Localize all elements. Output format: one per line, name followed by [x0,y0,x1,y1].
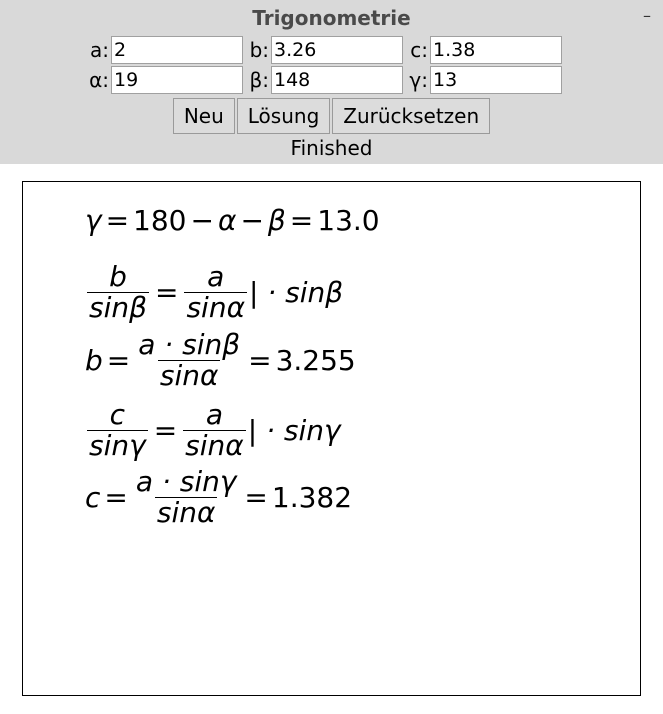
input-a[interactable] [111,36,243,64]
fraction-denominator: sinα [157,359,221,392]
symbol-gamma: γ [85,204,102,237]
equation-solve-b: b = a · sinβ sinα = 3.255 [85,330,356,391]
input-b[interactable] [271,36,403,64]
label-c: c: [410,38,428,62]
symbol-c: c [85,481,101,514]
input-beta[interactable] [271,66,403,94]
equals-sign: = [104,481,128,514]
equals-sign: = [244,481,268,514]
control-panel: a: b: c: α: β: γ: Neu Lösung Zurücksetze… [0,36,663,164]
fraction: a · sinβ sinα [136,330,242,391]
equation-solve-c: c = a · sinγ sinα = 1.382 [85,467,352,528]
window-title: Trigonometrie [252,6,411,30]
equation-law-of-sines-b: b sinβ = a sinα | · sinβ [85,262,343,323]
title-bar: Trigonometrie – [0,0,663,36]
reset-button[interactable]: Zurücksetzen [332,98,491,134]
label-b: b: [249,38,269,62]
new-button[interactable]: Neu [172,98,235,134]
label-beta: β: [249,68,269,92]
fraction-denominator: sinα [154,496,218,529]
fraction-numerator: a · sinγ [135,465,237,498]
fraction-numerator: c [109,398,126,431]
minus-sign: − [190,204,214,237]
solution-output: γ = 180 − α − β = 13.0 b sinβ = a sinα |… [22,181,641,696]
input-alpha[interactable] [111,66,243,94]
multiply-suffix: | · sinγ [247,414,341,447]
fraction-numerator: b [109,260,127,293]
fraction-numerator: a [205,398,224,431]
symbol-beta: β [267,204,286,237]
fraction-denominator: sinα [184,291,248,324]
field-alpha: α: [89,66,243,94]
fraction-numerator: a [207,260,225,293]
status-text: Finished [290,136,373,160]
input-gamma[interactable] [430,66,562,94]
fraction-denominator: sinα [183,429,246,462]
fraction-denominator: sinγ [87,429,148,462]
equals-sign: = [248,344,272,377]
fraction-denominator: sinβ [87,291,149,324]
constant-180: 180 [133,204,187,237]
symbol-b: b [85,344,103,377]
label-gamma: γ: [409,68,428,92]
field-a: a: [90,36,243,64]
field-gamma: γ: [409,66,562,94]
fraction: b sinβ [87,262,149,323]
button-row: Neu Lösung Zurücksetzen [0,98,663,134]
symbol-alpha: α [217,204,237,237]
equation-law-of-sines-c: c sinγ = a sinα | · sinγ [85,400,341,461]
label-alpha: α: [89,68,109,92]
input-c[interactable] [430,36,562,64]
fraction: a · sinγ sinα [134,467,239,528]
solve-button[interactable]: Lösung [236,98,331,134]
equals-sign: = [106,344,131,377]
field-beta: β: [249,66,403,94]
field-c: c: [410,36,562,64]
fraction: c sinγ [87,400,148,461]
equals-sign: = [105,204,130,237]
equals-sign: = [289,204,314,237]
fraction: a sinα [183,400,246,461]
field-b: b: [250,36,403,64]
result-gamma: 13.0 [317,204,380,237]
multiply-suffix: | · sinβ [249,276,344,309]
result-b: 3.255 [275,344,356,377]
equation-gamma-sum: γ = 180 − α − β = 13.0 [85,204,380,237]
equals-sign: = [154,276,179,309]
equals-sign: = [153,414,178,447]
label-a: a: [90,38,109,62]
fraction-numerator: a · sinβ [138,328,241,361]
minus-sign: − [240,204,264,237]
result-c: 1.382 [271,481,353,514]
fraction: a sinα [184,260,248,324]
minimize-icon[interactable]: – [643,6,651,25]
